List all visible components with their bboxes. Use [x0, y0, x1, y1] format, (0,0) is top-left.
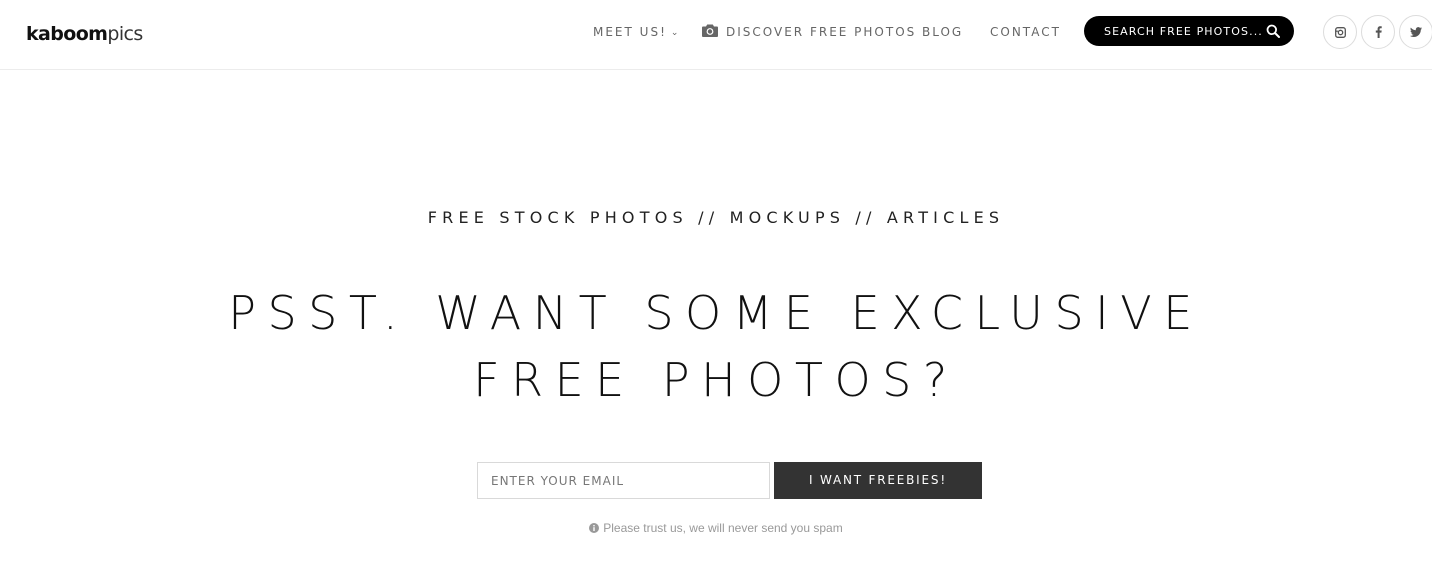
search-input[interactable]: [1104, 16, 1264, 46]
facebook-link[interactable]: [1361, 15, 1395, 49]
spam-notice: Please trust us, we will never send you …: [0, 520, 1432, 536]
nav-meet-us-label: MEET US!: [593, 25, 667, 39]
nav-discover-free-photos[interactable]: DISCOVER FREE PHOTOS: [702, 24, 916, 40]
nav-discover-label: DISCOVER FREE PHOTOS: [726, 25, 917, 39]
facebook-icon: [1375, 26, 1382, 38]
want-freebies-button[interactable]: I WANT FREEBIES!: [774, 462, 982, 499]
nav-blog[interactable]: BLOG: [922, 24, 963, 40]
search-icon[interactable]: [1266, 24, 1280, 38]
nav-meet-us[interactable]: MEET US! ⌄: [593, 24, 678, 40]
email-field[interactable]: [477, 462, 770, 499]
site-header: kaboompics MEET US! ⌄ DISCOVER FREE PHOTO…: [0, 0, 1432, 70]
instagram-link[interactable]: [1323, 15, 1357, 49]
hero-headline: PSST. WANT SOME EXCLUSIVE FREE PHOTOS?: [228, 286, 1204, 407]
search-bar: [1084, 16, 1294, 46]
info-icon: [589, 523, 600, 533]
chevron-down-icon: ⌄: [670, 28, 679, 38]
site-logo[interactable]: kaboompics: [26, 22, 143, 46]
spam-notice-text: Please trust us, we will never send you …: [603, 521, 843, 535]
twitter-icon: [1410, 27, 1422, 37]
nav-contact[interactable]: CONTACT: [990, 24, 1061, 40]
logo-light-text: pics: [107, 23, 143, 45]
logo-bold-text: kaboom: [26, 23, 108, 45]
hero-tagline: FREE STOCK PHOTOS // MOCKUPS // ARTICLES: [427, 208, 1005, 227]
instagram-icon: [1334, 26, 1346, 38]
camera-icon: [702, 24, 718, 37]
twitter-link[interactable]: [1399, 15, 1432, 49]
